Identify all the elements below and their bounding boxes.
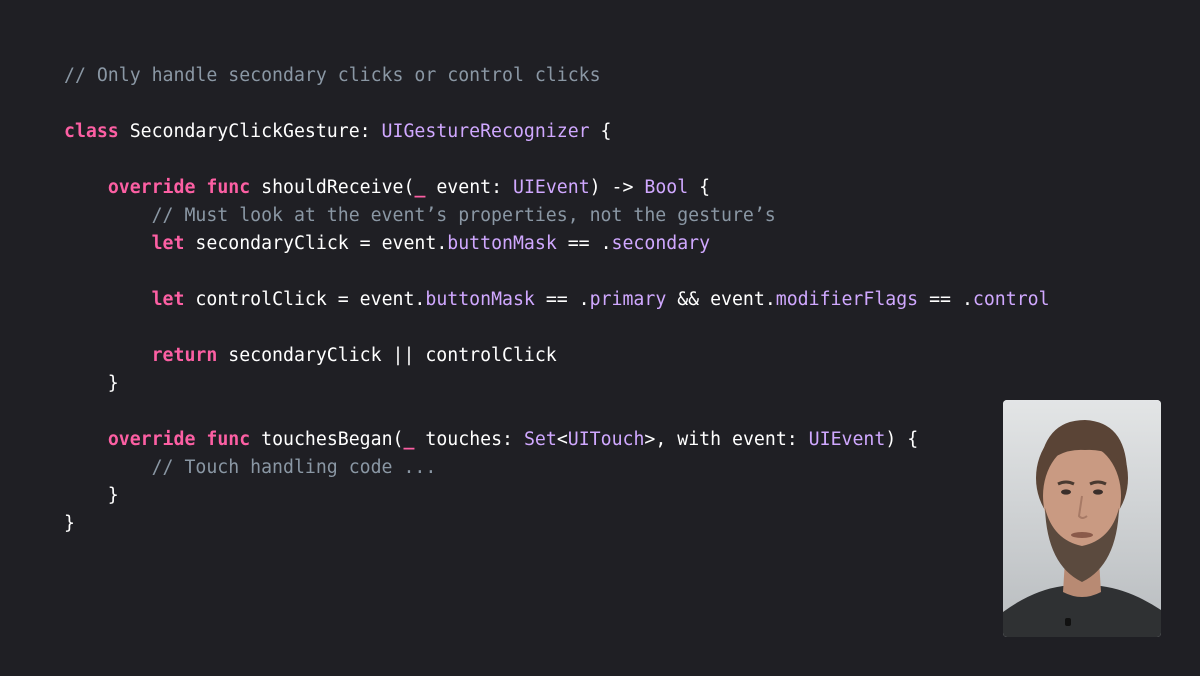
code-token-kw: override <box>107 429 196 450</box>
code-token-plain: { <box>688 177 711 198</box>
code-token-plain: touchesBegan( <box>250 429 404 450</box>
code-token-kw: class <box>64 121 119 142</box>
code-token-kw: _ <box>403 429 415 450</box>
code-line: // Touch handling code ... <box>64 454 1050 482</box>
code-token-plain: ) -> <box>589 177 645 198</box>
code-token-type: UITouch <box>567 429 645 450</box>
code-token-plain: } <box>64 485 119 506</box>
code-token-kw: _ <box>414 177 426 198</box>
code-token-prop: buttonMask <box>447 233 557 254</box>
code-token-kw: return <box>151 345 218 366</box>
code-line: // Must look at the event’s properties, … <box>64 202 1050 230</box>
code-token-plain: shouldReceive( <box>250 177 415 198</box>
code-token-comment: // Touch handling code ... <box>64 457 437 478</box>
code-token-comment: // Must look at the event’s properties, … <box>64 205 776 226</box>
code-token-plain: event: <box>425 177 513 198</box>
code-token-plain: controlClick = event. <box>184 289 426 310</box>
code-line: // Only handle secondary clicks or contr… <box>64 62 1050 90</box>
code-token-plain: secondaryClick || controlClick <box>217 345 557 366</box>
presenter-video <box>1003 400 1161 637</box>
code-line: } <box>64 370 1050 398</box>
code-token-kw: let <box>151 233 185 254</box>
code-token-type: Bool <box>644 177 689 198</box>
code-token-prop: control <box>972 289 1050 310</box>
code-token-plain: } <box>64 373 119 394</box>
code-token-kw: func <box>206 429 251 450</box>
code-token-plain: == . <box>556 233 612 254</box>
code-token-kw: let <box>151 289 185 310</box>
code-block: // Only handle secondary clicks or contr… <box>64 62 1050 538</box>
presenter-icon <box>1003 400 1161 637</box>
code-token-kw: func <box>206 177 251 198</box>
code-token-type: UIEvent <box>808 429 886 450</box>
code-token-prop: primary <box>589 289 667 310</box>
code-token-plain: && event. <box>666 289 776 310</box>
code-token-plain: { <box>589 121 612 142</box>
code-token-plain: < <box>556 429 568 450</box>
code-token-plain: == . <box>534 289 590 310</box>
code-line: class SecondaryClickGesture: UIGestureRe… <box>64 118 1050 146</box>
code-token-plain: touches: <box>414 429 524 450</box>
code-token-type: Set <box>523 429 557 450</box>
code-token-plain: ) { <box>885 429 919 450</box>
code-token-prop: buttonMask <box>425 289 535 310</box>
code-line: } <box>64 482 1050 510</box>
code-token-type: UIEvent <box>513 177 590 198</box>
code-line: override func shouldReceive(_ event: UIE… <box>64 174 1050 202</box>
code-token-prop: modifierFlags <box>775 289 919 310</box>
code-token-plain: == . <box>918 289 973 310</box>
code-token-plain: secondaryClick = event. <box>184 233 448 254</box>
code-line: override func touchesBegan(_ touches: Se… <box>64 426 1050 454</box>
code-token-type: UIGestureRecognizer <box>381 121 590 142</box>
code-token-plain: >, with event: <box>644 429 809 450</box>
code-token-prop: secondary <box>611 233 711 254</box>
code-line: return secondaryClick || controlClick <box>64 342 1050 370</box>
code-token-comment: // Only handle secondary clicks or contr… <box>64 65 601 86</box>
code-line: let controlClick = event.buttonMask == .… <box>64 286 1050 314</box>
code-token-plain: } <box>64 513 75 534</box>
code-token-plain: SecondaryClickGesture: <box>118 121 382 142</box>
code-line: let secondaryClick = event.buttonMask ==… <box>64 230 1050 258</box>
code-line: } <box>64 510 1050 538</box>
code-token-kw: override <box>107 177 196 198</box>
